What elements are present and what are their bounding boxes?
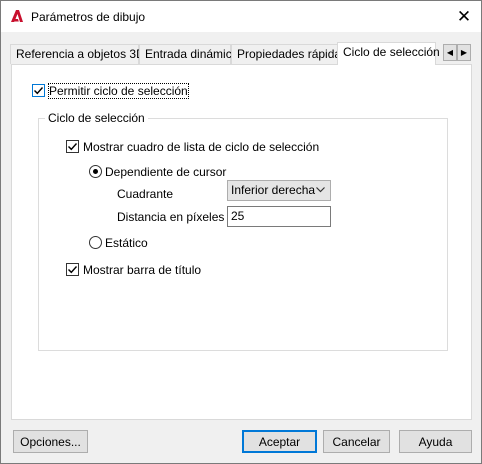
window-title: Parámetros de dibujo [31,10,146,24]
quadrant-select[interactable]: Inferior derecha [227,180,331,201]
quadrant-label: Cuadrante [117,187,174,201]
accept-button-label: Aceptar [258,434,301,449]
checkmark-icon [68,143,78,151]
group-title: Ciclo de selección [45,111,148,125]
allow-cycling-checkbox[interactable] [32,84,45,97]
show-titlebar-label[interactable]: Mostrar barra de título [83,263,201,277]
tab-label: Referencia a objetos 3D [16,47,145,61]
show-titlebar-checkbox[interactable] [66,263,79,276]
cursor-dependent-radio[interactable] [89,165,102,178]
distance-input[interactable]: 25 [227,206,331,227]
static-label[interactable]: Estático [105,236,148,250]
distance-value: 25 [231,209,245,223]
tab-label: Propiedades rápidas [237,47,348,61]
tab-scroll-left-button[interactable]: ◀ [443,44,457,61]
chevron-left-icon: ◀ [446,48,454,57]
tab-quick-properties[interactable]: Propiedades rápidas [231,44,347,64]
radio-selected-dot [93,169,98,174]
tab-scroll-right-button[interactable]: ▶ [457,44,471,61]
accept-button[interactable]: Aceptar [242,430,317,453]
tab-3d-osnap[interactable]: Referencia a objetos 3D [10,44,145,64]
checkmark-icon [68,266,78,274]
distance-label: Distancia en píxeles [117,210,225,224]
tab-label: Entrada dinámica [145,47,239,61]
close-icon: ✕ [456,6,472,26]
options-button[interactable]: Opciones... [13,430,88,453]
help-button-label: Ayuda [418,434,453,449]
show-list-label[interactable]: Mostrar cuadro de lista de ciclo de sele… [83,140,319,154]
tab-strip: Referencia a objetos 3D Entrada dinámica… [10,42,471,65]
cancel-button-label: Cancelar [332,434,381,449]
quadrant-value: Inferior derecha [231,183,316,197]
checkmark-icon [34,87,44,95]
chevron-down-icon [316,187,325,193]
allow-cycling-label[interactable]: Permitir ciclo de selección [48,83,189,99]
tab-label: Ciclo de selección [343,45,440,59]
cursor-dependent-label[interactable]: Dependiente de cursor [105,165,226,179]
options-button-label: Opciones... [20,434,81,449]
tab-dynamic-input[interactable]: Entrada dinámica [139,44,238,64]
tab-panel: Permitir ciclo de selección Ciclo de sel… [11,64,472,420]
tab-selection-cycling[interactable]: Ciclo de selección [337,42,440,65]
autocad-logo-icon [11,10,23,22]
title-bar: Parámetros de dibujo ✕ [1,1,481,32]
close-button[interactable]: ✕ [447,1,481,32]
static-radio[interactable] [89,236,102,249]
show-list-checkbox[interactable] [66,140,79,153]
help-button[interactable]: Ayuda [399,430,472,453]
cancel-button[interactable]: Cancelar [323,430,390,453]
dialog-window: Parámetros de dibujo ✕ Referencia a obje… [0,0,482,464]
chevron-right-icon: ▶ [460,48,468,57]
